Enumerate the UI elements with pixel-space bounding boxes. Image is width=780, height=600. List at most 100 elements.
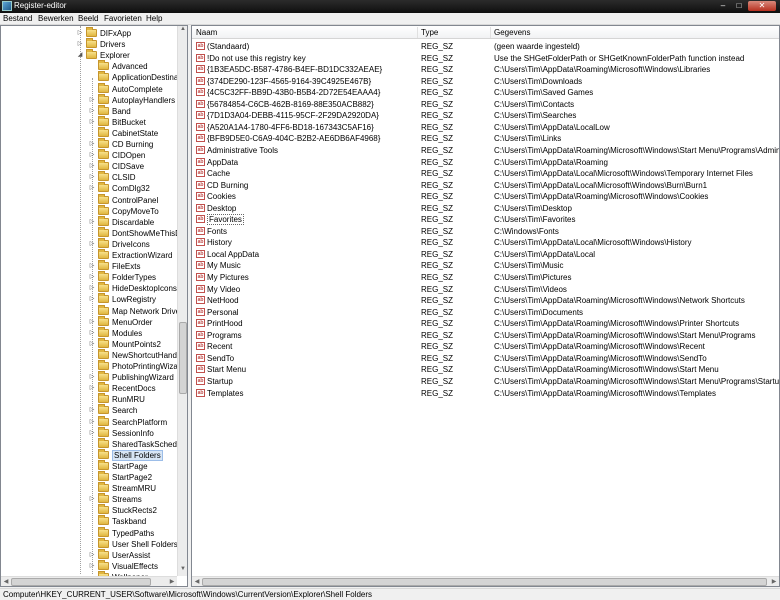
tree-item[interactable]: ▷ FileExts — [1, 260, 177, 272]
tree-scroll-thumb[interactable] — [179, 322, 187, 394]
scroll-left-arrow-icon[interactable]: ◀ — [192, 578, 202, 585]
value-row[interactable]: ab Templates REG_SZ C:\Users\Tim\AppData\Ro… — [192, 388, 779, 399]
value-row[interactable]: ab {56784854-C6CB-462B-8169-88E350ACB882}… — [192, 99, 779, 110]
value-row[interactable]: ab Desktop REG_SZ C:\Users\Tim\Desktop — [192, 203, 779, 214]
tree-item[interactable]: ▷ AutoplayHandlers — [1, 93, 177, 106]
value-row[interactable]: ab PrintHood REG_SZ C:\Users\Tim\AppData\Ro… — [192, 318, 779, 329]
tree-item[interactable]: Advanced — [1, 60, 177, 72]
values-hscroll-thumb[interactable] — [202, 578, 767, 586]
tree-item[interactable]: ▷ SearchPlatform — [1, 415, 177, 428]
column-data[interactable]: Gegevens — [494, 28, 530, 37]
values-list[interactable]: Naam Type Gegevens ab (Standaard) REG_SZ (g… — [191, 25, 780, 587]
value-row[interactable]: ab {4C5C32FF-BB9D-43B0-B5B4-2D72E54EAAA4}… — [192, 87, 779, 98]
tree-item[interactable]: NewShortcutHandlers — [1, 348, 187, 361]
tree-expander-icon[interactable]: ▷ — [89, 274, 95, 281]
tree-item[interactable]: ▷ VisualEffects — [1, 559, 177, 572]
tree-item[interactable]: ▷ CIDOpen — [1, 149, 177, 161]
tree-expander-icon[interactable]: ▷ — [89, 296, 95, 303]
value-row[interactable]: ab Cache REG_SZ C:\Users\Tim\AppData\Local\… — [192, 168, 779, 179]
tree-item[interactable]: StartPage — [1, 459, 177, 472]
tree-expander-icon[interactable]: ▷ — [77, 41, 83, 48]
menu-file[interactable]: Bestand — [3, 14, 32, 23]
tree-expander-icon[interactable]: ▷ — [89, 241, 95, 248]
tree-expander-icon[interactable]: ▷ — [89, 330, 95, 337]
tree-item[interactable]: Taskband — [1, 515, 177, 527]
value-row[interactable]: ab {7D1D3A04-DEBB-4115-95CF-2F29DA2920DA}… — [192, 110, 779, 121]
tree-item[interactable]: CabinetState — [1, 126, 177, 139]
tree-expander-icon[interactable]: ▷ — [89, 174, 95, 181]
value-row[interactable]: ab Administrative Tools REG_SZ C:\Users\Tim… — [192, 145, 779, 156]
tree-expander-icon[interactable]: ▷ — [89, 285, 95, 292]
scroll-right-arrow-icon[interactable]: ▶ — [769, 578, 779, 585]
menu-favorites[interactable]: Favorieten — [104, 14, 142, 23]
scroll-up-arrow-icon[interactable]: ▲ — [178, 26, 187, 32]
tree-item[interactable]: PhotoPrintingWizard — [1, 360, 185, 372]
value-row[interactable]: ab Favorites REG_SZ C:\Users\Tim\Favorites — [192, 214, 779, 226]
tree-expander-icon[interactable]: ▷ — [89, 407, 95, 414]
value-row[interactable]: ab {A520A1A4-1780-4FF6-BD18-167343C5AF16}… — [192, 122, 779, 133]
value-row[interactable]: ab {1B3EA5DC-B587-4786-B4EF-BD1DC332AEAE}… — [192, 64, 779, 75]
tree-item[interactable]: ▷ RecentDocs — [1, 382, 177, 394]
column-type[interactable]: Type — [421, 28, 438, 37]
close-button[interactable]: ✕ — [748, 1, 776, 11]
tree-horizontal-scrollbar[interactable]: ◀ ▶ — [1, 576, 177, 586]
value-row[interactable]: ab SendTo REG_SZ C:\Users\Tim\AppData\Roami… — [192, 353, 779, 364]
tree-item[interactable]: ▷ PublishingWizard — [1, 371, 177, 383]
tree-item[interactable]: ▷ BitBucket — [1, 115, 177, 128]
value-row[interactable]: ab My Pictures REG_SZ C:\Users\Tim\Pictures — [192, 272, 779, 283]
tree-item[interactable]: ▷ CIDSave — [1, 160, 177, 172]
tree-expander-icon[interactable]: ▷ — [89, 163, 95, 170]
tree-item[interactable]: StartPage2 — [1, 471, 177, 483]
value-row[interactable]: ab !Do not use this registry key REG_SZ Use… — [192, 53, 779, 64]
tree-item[interactable]: ▷ Streams — [1, 493, 177, 505]
value-row[interactable]: ab Personal REG_SZ C:\Users\Tim\Documents — [192, 307, 779, 318]
tree-expander-icon[interactable]: ▷ — [89, 419, 95, 426]
tree-expander-icon[interactable]: ▷ — [89, 374, 95, 381]
tree-item[interactable]: User Shell Folders — [1, 537, 178, 550]
value-row[interactable]: ab Fonts REG_SZ C:\Windows\Fonts — [192, 226, 779, 237]
tree-item[interactable]: Shell Folders — [1, 448, 177, 461]
value-row[interactable]: ab Start Menu REG_SZ C:\Users\Tim\AppData\R… — [192, 364, 779, 375]
tree-item[interactable]: Map Network Drive MRU — [1, 304, 187, 317]
tree-expander-icon[interactable]: ▷ — [89, 263, 95, 270]
value-row[interactable]: ab My Video REG_SZ C:\Users\Tim\Videos — [192, 284, 779, 295]
tree-item[interactable]: ▷ ComDlg32 — [1, 182, 177, 194]
tree-expander-icon[interactable]: ▷ — [89, 152, 95, 159]
tree-item[interactable]: CopyMoveTo — [1, 204, 177, 217]
tree-item[interactable]: ▷ Search — [1, 404, 177, 416]
tree-expander-icon[interactable]: ▷ — [89, 496, 95, 503]
tree-item[interactable]: ControlPanel — [1, 193, 177, 206]
tree-item[interactable]: SharedTaskScheduler — [1, 437, 187, 450]
tree-item[interactable]: ◢ Explorer — [1, 49, 177, 61]
tree-item[interactable]: ▷ SessionInfo — [1, 426, 177, 439]
tree-item[interactable]: ▷ HideDesktopIcons — [1, 282, 177, 294]
tree-item[interactable]: RunMRU — [1, 393, 177, 405]
tree-item[interactable]: ▷ Modules — [1, 326, 177, 339]
tree-item[interactable]: DontShowMeThisDialog — [1, 226, 187, 239]
value-row[interactable]: ab AppData REG_SZ C:\Users\Tim\AppData\Roam… — [192, 157, 779, 168]
tree-item[interactable]: ▷ MountPoints2 — [1, 337, 177, 350]
tree-expander-icon[interactable]: ▷ — [89, 319, 95, 326]
value-row[interactable]: ab Startup REG_SZ C:\Users\Tim\AppData\Roam… — [192, 376, 779, 387]
tree-expander-icon[interactable]: ▷ — [89, 185, 95, 192]
menu-edit[interactable]: Bewerken — [38, 14, 74, 23]
tree-item[interactable]: StreamMRU — [1, 482, 177, 494]
column-divider[interactable] — [490, 27, 491, 38]
menu-help[interactable]: Help — [146, 14, 162, 23]
tree-expander-icon[interactable]: ▷ — [89, 108, 95, 115]
value-row[interactable]: ab Recent REG_SZ C:\Users\Tim\AppData\Roami… — [192, 341, 779, 352]
tree-expander-icon[interactable]: ▷ — [77, 30, 83, 37]
tree-expander-icon[interactable]: ▷ — [89, 119, 95, 126]
tree-item[interactable]: ▷ UserAssist — [1, 548, 177, 561]
tree-expander-icon[interactable]: ▷ — [89, 563, 95, 570]
tree-expander-icon[interactable]: ▷ — [89, 97, 95, 104]
tree-expander-icon[interactable]: ◢ — [77, 52, 83, 59]
scroll-right-arrow-icon[interactable]: ▶ — [167, 578, 177, 585]
tree-expander-icon[interactable]: ▷ — [89, 430, 95, 437]
tree-item[interactable]: ▷ Band — [1, 104, 177, 117]
tree-expander-icon[interactable]: ▷ — [89, 385, 95, 392]
maximize-button[interactable]: □ — [732, 1, 746, 11]
value-row[interactable]: ab {374DE290-123F-4565-9164-39C4925E467B}… — [192, 76, 779, 87]
scroll-down-arrow-icon[interactable]: ▼ — [178, 566, 187, 572]
tree-item[interactable]: ▷ DriveIcons — [1, 237, 177, 250]
